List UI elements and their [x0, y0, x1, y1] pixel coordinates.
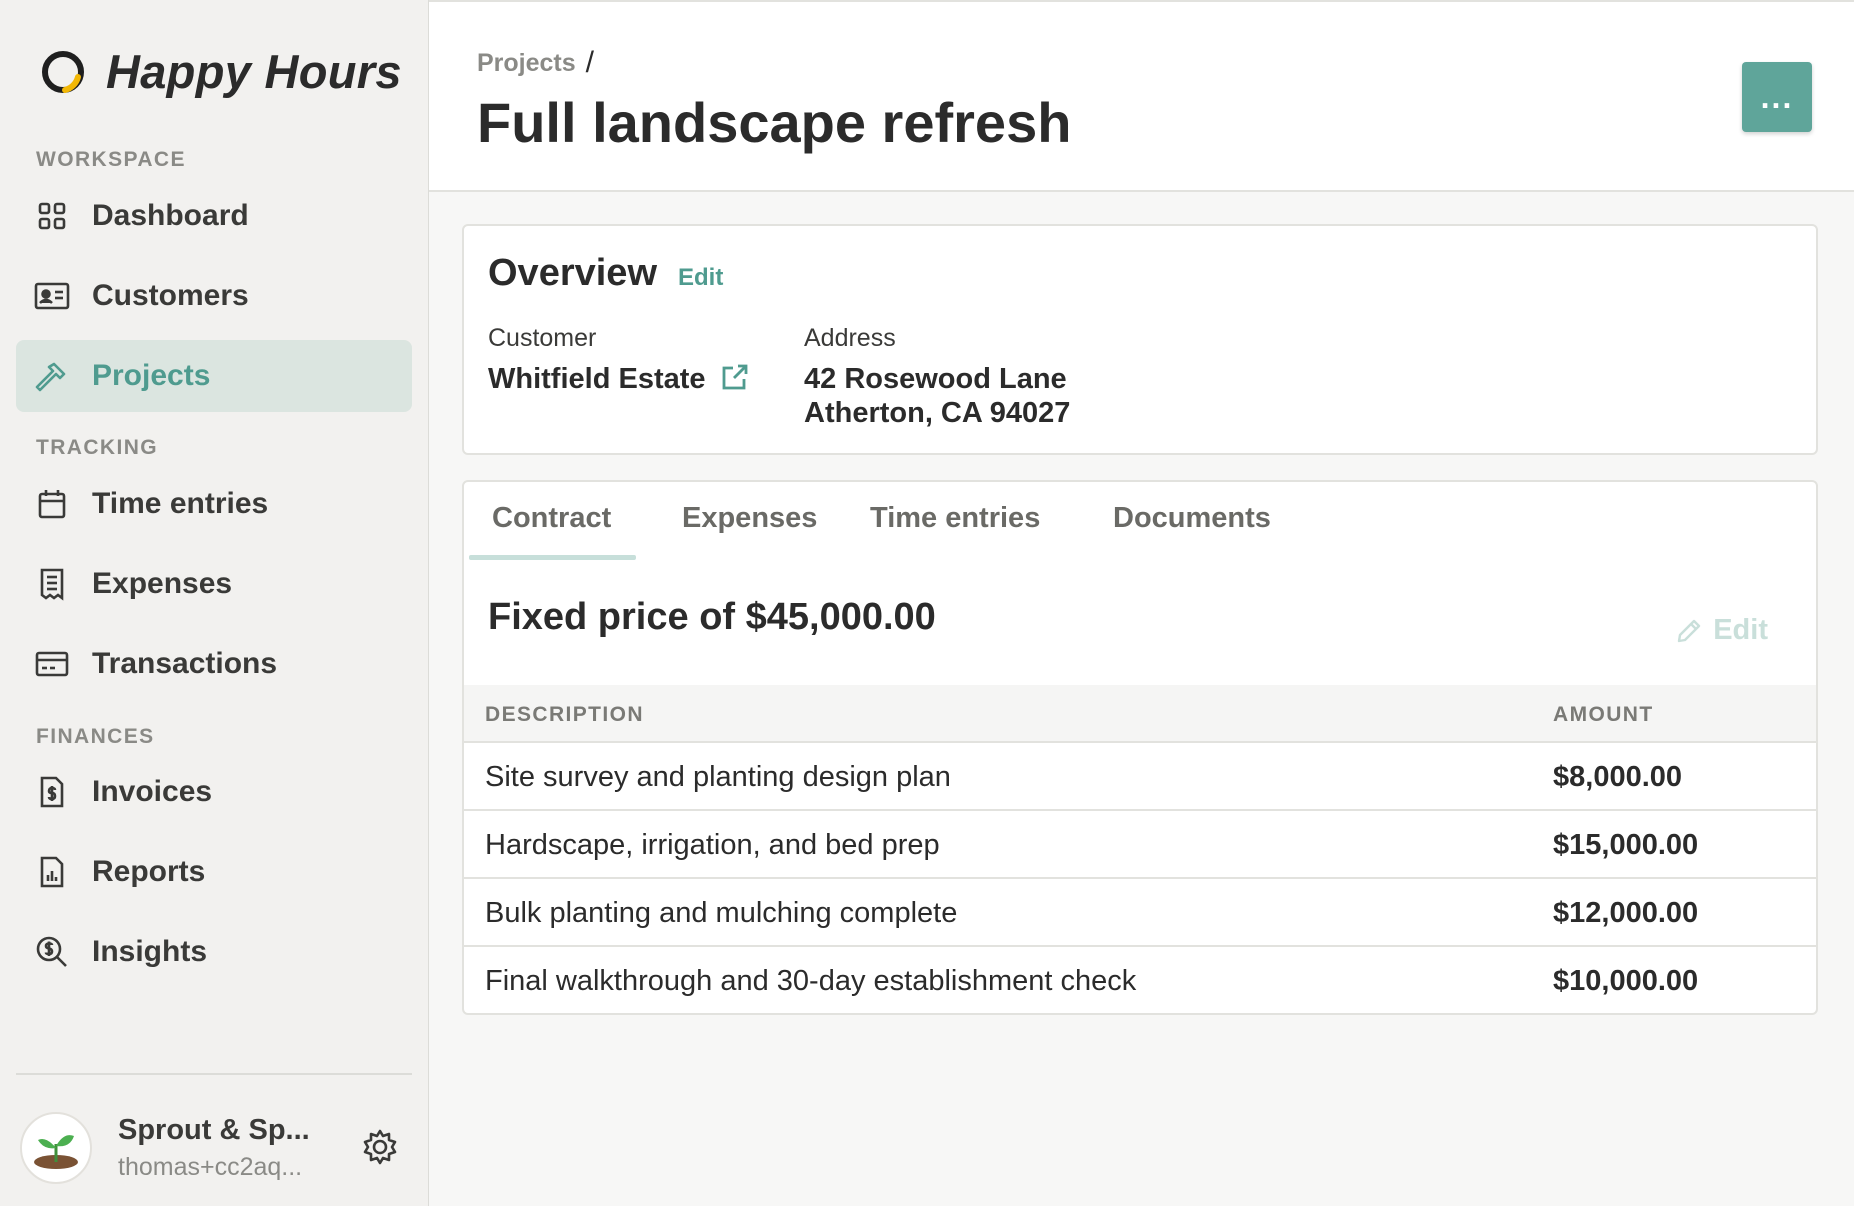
- app-root: Happy Hours WORKSPACE Dashboard Customer…: [0, 0, 1854, 1206]
- more-actions-button[interactable]: ...: [1742, 62, 1812, 132]
- search-dollar-icon: [34, 934, 70, 970]
- address-line-1: 42 Rosewood Lane: [804, 363, 1067, 395]
- table-row[interactable]: Hardscape, irrigation, and bed prep $15,…: [464, 811, 1816, 879]
- row-description: Final walkthrough and 30-day establishme…: [485, 965, 1137, 997]
- happy-hours-logo-icon: [42, 50, 84, 93]
- sidebar-item-label: Expenses: [92, 567, 233, 600]
- account-panel[interactable]: Sprout & Sp... thomas+cc2aq...: [20, 1108, 415, 1188]
- contract-table: DESCRIPTION AMOUNT Site survey and plant…: [464, 685, 1816, 1013]
- sidebar-item-time-entries[interactable]: Time entries: [16, 468, 412, 540]
- hammer-icon: [34, 358, 70, 394]
- sidebar-item-dashboard[interactable]: Dashboard: [16, 180, 412, 252]
- external-link-icon[interactable]: [720, 362, 750, 392]
- sidebar-item-label: Time entries: [92, 487, 269, 520]
- column-header-amount[interactable]: AMOUNT: [1553, 703, 1654, 727]
- sprout-avatar-icon: [34, 1135, 78, 1169]
- overview-title: Overview: [488, 252, 657, 294]
- id-card-icon: [34, 278, 70, 314]
- report-chart-icon: [34, 854, 70, 890]
- sidebar-item-label: Projects: [92, 359, 211, 392]
- row-amount: $10,000.00: [1553, 965, 1699, 997]
- brand-name: Happy Hours: [106, 45, 402, 98]
- sidebar-item-label: Dashboard: [92, 199, 249, 232]
- table-row[interactable]: Final walkthrough and 30-day establishme…: [464, 947, 1816, 1013]
- overview-card: Overview Edit Customer Whitfield Estate …: [462, 224, 1818, 455]
- account-text: Sprout & Sp... thomas+cc2aq...: [118, 1114, 318, 1182]
- section-label-workspace: WORKSPACE: [36, 148, 186, 171]
- project-tabs: Contract Expenses Time entries Documents: [464, 482, 1816, 562]
- contract-edit-button[interactable]: Edit: [1675, 614, 1768, 647]
- row-amount: $8,000.00: [1553, 761, 1683, 793]
- avatar[interactable]: [20, 1112, 92, 1184]
- column-header-description[interactable]: DESCRIPTION: [485, 703, 644, 727]
- overview-edit-link[interactable]: Edit: [678, 264, 723, 292]
- row-description: Site survey and planting design plan: [485, 761, 951, 793]
- section-label-finances: FINANCES: [36, 725, 155, 748]
- customer-label: Customer: [488, 324, 597, 352]
- sidebar-item-projects[interactable]: Projects: [16, 340, 412, 412]
- row-description: Hardscape, irrigation, and bed prep: [485, 829, 940, 861]
- address-line-2: Atherton, CA 94027: [804, 397, 1071, 429]
- table-header: DESCRIPTION AMOUNT: [464, 685, 1816, 743]
- sidebar-item-reports[interactable]: Reports: [16, 836, 412, 908]
- sidebar-item-label: Reports: [92, 855, 206, 888]
- credit-card-icon: [34, 646, 70, 682]
- contract-card: Contract Expenses Time entries Documents…: [462, 480, 1818, 1015]
- sidebar-item-customers[interactable]: Customers: [16, 260, 412, 332]
- receipt-icon: [34, 566, 70, 602]
- sidebar-item-invoices[interactable]: Invoices: [16, 756, 412, 828]
- address-label: Address: [804, 324, 896, 352]
- tab-expenses[interactable]: Expenses: [682, 502, 817, 535]
- active-tab-indicator: [469, 555, 636, 560]
- sidebar-item-label: Insights: [92, 935, 208, 968]
- grid-icon: [34, 198, 70, 234]
- sidebar-divider: [16, 1073, 412, 1075]
- customer-value: Whitfield Estate: [488, 362, 750, 397]
- tab-documents[interactable]: Documents: [1113, 502, 1271, 535]
- page-title: Full landscape refresh: [477, 91, 1072, 154]
- page-header: Projects / Full landscape refresh ...: [429, 0, 1854, 192]
- sidebar-item-expenses[interactable]: Expenses: [16, 548, 412, 620]
- tab-time-entries[interactable]: Time entries: [870, 502, 1040, 535]
- sidebar: Happy Hours WORKSPACE Dashboard Customer…: [0, 0, 429, 1206]
- row-amount: $12,000.00: [1553, 897, 1699, 929]
- sidebar-item-transactions[interactable]: Transactions: [16, 628, 412, 700]
- contract-edit-label: Edit: [1713, 614, 1768, 646]
- breadcrumb: Projects /: [477, 46, 594, 80]
- sidebar-item-label: Invoices: [92, 775, 213, 808]
- main-content: Projects / Full landscape refresh ... Ov…: [429, 0, 1854, 1206]
- customer-link[interactable]: Whitfield Estate: [488, 363, 706, 395]
- account-email: thomas+cc2aq...: [118, 1153, 303, 1181]
- invoice-dollar-icon: [34, 774, 70, 810]
- contract-price-title: Fixed price of $45,000.00: [488, 596, 936, 638]
- sidebar-item-insights[interactable]: Insights: [16, 916, 412, 988]
- table-row[interactable]: Site survey and planting design plan $8,…: [464, 743, 1816, 811]
- gear-icon[interactable]: [361, 1128, 399, 1166]
- calendar-icon: [34, 486, 70, 522]
- account-name: Sprout & Sp...: [118, 1114, 310, 1146]
- table-row[interactable]: Bulk planting and mulching complete $12,…: [464, 879, 1816, 947]
- row-amount: $15,000.00: [1553, 829, 1699, 861]
- sidebar-item-label: Transactions: [92, 647, 278, 680]
- section-label-tracking: TRACKING: [36, 436, 159, 459]
- brand[interactable]: Happy Hours: [38, 44, 402, 99]
- breadcrumb-separator: /: [585, 46, 595, 79]
- sidebar-item-label: Customers: [92, 279, 249, 312]
- breadcrumb-projects-link[interactable]: Projects: [477, 49, 576, 78]
- pencil-icon: [1678, 619, 1701, 642]
- tab-contract[interactable]: Contract: [492, 502, 611, 535]
- row-description: Bulk planting and mulching complete: [485, 897, 958, 929]
